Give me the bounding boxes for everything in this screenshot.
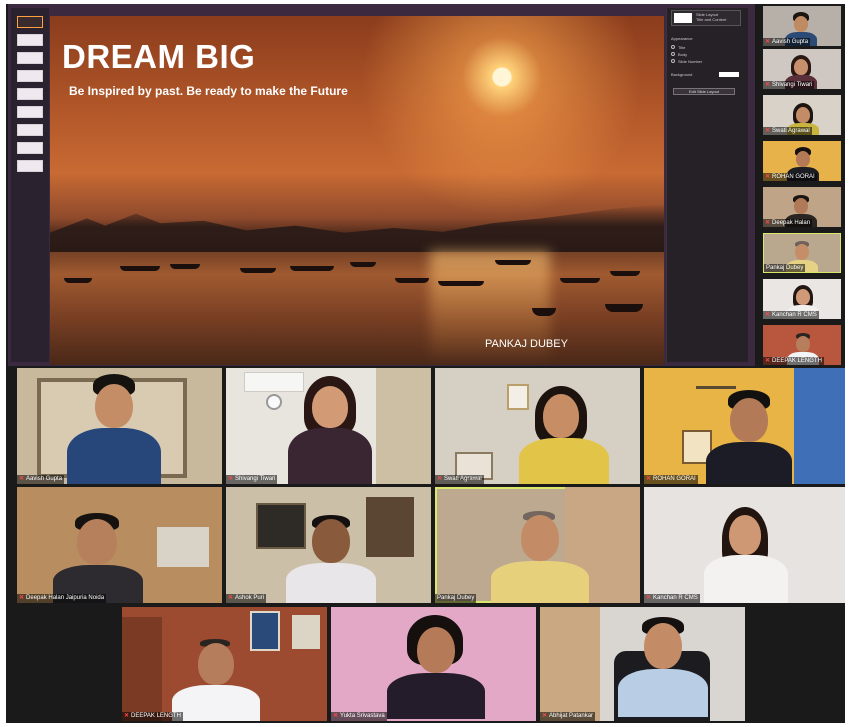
strip-tile[interactable]: ✕ Aavish Gupta [763, 6, 841, 46]
participant-name: Pankaj Dubey [766, 265, 804, 271]
participant-name: Shivangi Tiwari [235, 476, 276, 482]
participant-name: Swati Agrawal [772, 128, 810, 134]
shelf [366, 497, 414, 557]
strip-tile[interactable]: ✕ Swati Agrawal [763, 95, 841, 135]
strip-tile[interactable]: ✕ ROHAN GORAI [763, 141, 841, 181]
slide-thumbnail[interactable] [17, 34, 43, 46]
participant-name: ROHAN GORAI [772, 174, 815, 180]
slide-thumbnail[interactable] [17, 88, 43, 100]
option-slide-number: Slide Number [678, 59, 703, 64]
participant-name: ROHAN GORAI [653, 476, 696, 482]
video-tile[interactable]: ✕ ROHAN GORAI [644, 368, 845, 484]
slide-thumbnail[interactable] [17, 52, 43, 64]
slide-thumbnail[interactable] [17, 142, 43, 154]
video-tile[interactable]: ✕ DEEPAK LENGTH [122, 607, 327, 721]
option-body: Body [678, 52, 688, 57]
option-title: Title [678, 45, 686, 50]
boat [560, 278, 600, 283]
boat [350, 262, 376, 267]
curtain [540, 607, 600, 721]
boat [120, 266, 160, 271]
slide-thumbnails [11, 8, 49, 362]
background-color-picker[interactable] [719, 72, 739, 77]
video-tile[interactable]: ✕ Yukta Srivastava [331, 607, 536, 721]
video-tile[interactable]: ✕ Swati Agrawal [435, 368, 640, 484]
design-panel: Slide Layout Title and Content Appearanc… [666, 8, 748, 362]
slide-thumbnail[interactable] [17, 16, 43, 28]
appearance-label: Appearance [671, 36, 693, 41]
video-tile[interactable]: ✕ Shivangi Tiwari [226, 368, 431, 484]
wall-board [256, 503, 306, 549]
slide-title: DREAM BIG [62, 38, 256, 75]
wall-certificate [507, 384, 529, 410]
participant-name: Deepak Halan [772, 220, 811, 226]
boat [240, 268, 276, 273]
slide-number-checkbox[interactable] [671, 59, 675, 63]
slide-subtitle: Be Inspired by past. Be ready to make th… [69, 84, 348, 98]
boat [170, 264, 200, 269]
participant-name: Aavish Gupta [26, 476, 63, 482]
background-label: Background [671, 72, 693, 77]
shared-screen: DREAM BIG Be Inspired by past. Be ready … [8, 4, 755, 366]
wall-poster [292, 615, 320, 649]
wall-board [157, 527, 209, 567]
blue-wall [794, 368, 845, 484]
meeting-window: DREAM BIG Be Inspired by past. Be ready … [6, 4, 845, 723]
edit-slide-layout-button[interactable]: Edit Slide Layout [673, 88, 735, 95]
participant-name: Shivangi Tiwari [772, 82, 813, 88]
boat [64, 278, 92, 283]
participant-name: Kanchan R CMS [772, 312, 817, 318]
wall-clock [266, 394, 282, 410]
boat [438, 281, 484, 286]
participant-name: Abhijat Patankar [549, 713, 594, 719]
video-tile-active-speaker[interactable]: Pankaj Dubey [435, 487, 640, 603]
boat [290, 266, 334, 271]
slide-thumbnail[interactable] [17, 106, 43, 118]
strip-tile[interactable]: ✕ DEEPAK LENGTH [763, 325, 841, 365]
participant-name: DEEPAK LENGTH [772, 358, 822, 364]
video-tile[interactable]: ✕ Aavish Gupta [17, 368, 222, 484]
participant-name: Kanchan R CMS [653, 595, 698, 601]
air-conditioner [244, 372, 304, 392]
ceiling-fan [696, 386, 736, 389]
city-skyline [50, 204, 664, 252]
curtain [376, 368, 431, 484]
strip-tile[interactable]: ✕ Kanchan R CMS [763, 279, 841, 319]
layout-name: Title and Content [696, 17, 727, 22]
strip-tile[interactable]: ✕ Deepak Halan [763, 187, 841, 227]
layout-thumbnail [674, 13, 692, 23]
strip-tile[interactable]: ✕ Shivangi Tiwari [763, 49, 841, 89]
video-tile[interactable]: ✕ Ashok Puri [226, 487, 431, 603]
strip-tile-active-speaker[interactable]: Pankaj Dubey [763, 233, 841, 273]
participant-name: Aavish Gupta [772, 39, 809, 45]
participant-name: Yukta Srivastava [340, 713, 385, 719]
slide-credit: PANKAJ DUBEY [485, 338, 568, 350]
boat [532, 308, 556, 316]
participant-strip: ✕ Aavish Gupta ✕ Shivangi Tiwari ✕ Swati Ag… [763, 4, 845, 366]
layout-selector[interactable]: Slide Layout Title and Content [671, 10, 741, 26]
video-tile[interactable]: ✕ Abhijat Patankar [540, 607, 745, 721]
boat [495, 260, 531, 265]
video-tile[interactable]: ✕ Deepak Halan Jaipuria Noida [17, 487, 222, 603]
presentation-slide: DREAM BIG Be Inspired by past. Be ready … [50, 16, 664, 365]
cabinet [122, 617, 162, 721]
boat [610, 271, 640, 276]
boat [395, 278, 429, 283]
participant-name: Pankaj Dubey [437, 595, 475, 601]
slide-thumbnail[interactable] [17, 70, 43, 82]
video-tile[interactable]: ✕ Kanchan R CMS [644, 487, 845, 603]
boat [605, 304, 643, 312]
participant-name: DEEPAK LENGTH [131, 713, 181, 719]
slide-thumbnail[interactable] [17, 124, 43, 136]
title-checkbox[interactable] [671, 45, 675, 49]
participant-name: Swati Agrawal [444, 476, 482, 482]
body-checkbox[interactable] [671, 52, 675, 56]
wall-poster [250, 611, 280, 651]
slide-thumbnail[interactable] [17, 160, 43, 172]
participant-name: Ashok Puri [235, 595, 265, 601]
participant-name: Deepak Halan Jaipuria Noida [26, 595, 105, 601]
